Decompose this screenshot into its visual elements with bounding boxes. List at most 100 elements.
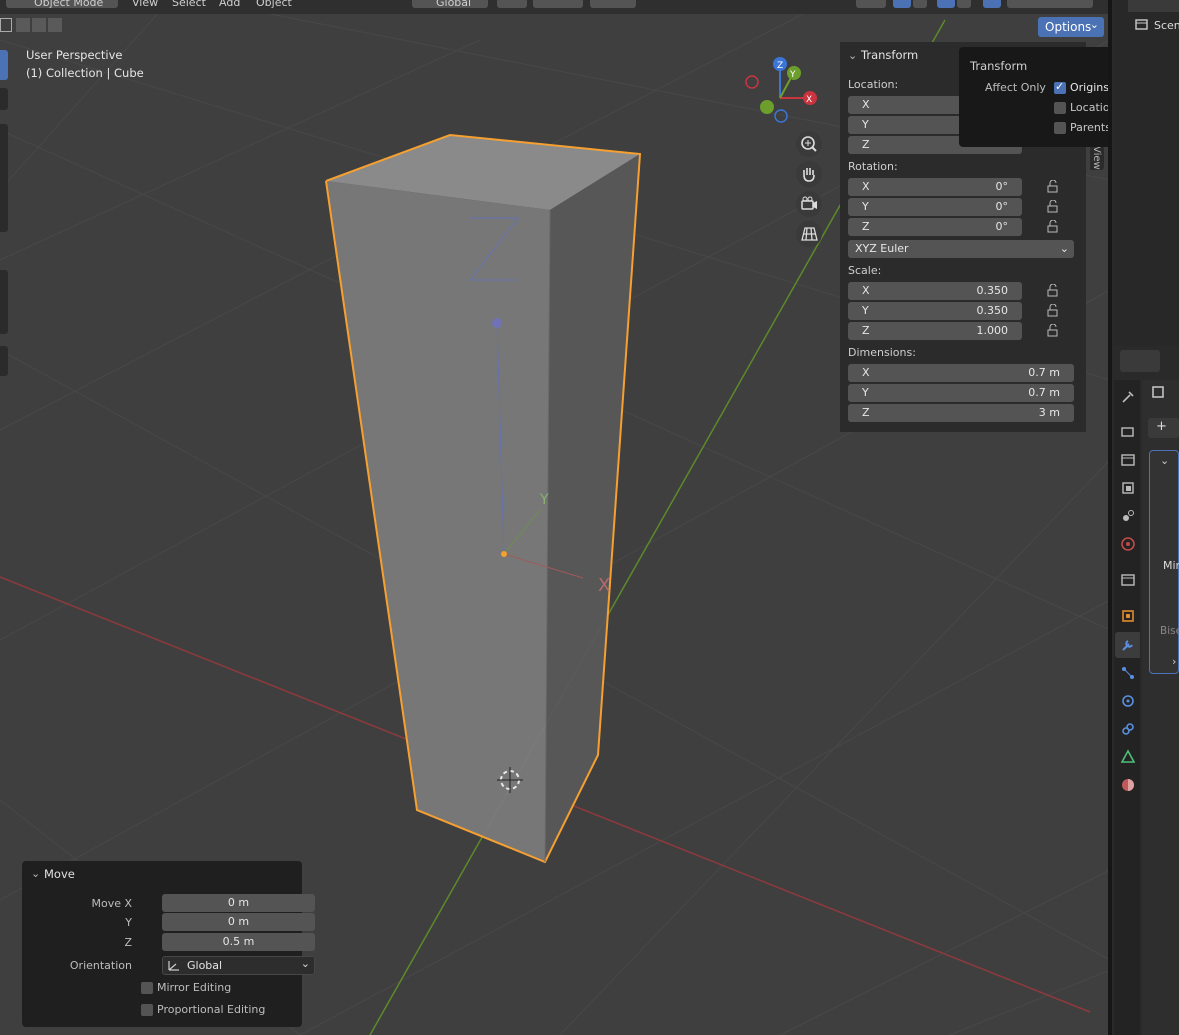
mirror-editing-label[interactable]: Mirror Editing bbox=[157, 981, 231, 994]
rotation-mode-select[interactable]: XYZ Euler ⌄ bbox=[848, 240, 1074, 258]
scale-x-field[interactable]: X 0.350 bbox=[848, 282, 1022, 300]
transform-panel-title[interactable]: Transform bbox=[861, 48, 918, 62]
toolbar-annotate-tools[interactable] bbox=[0, 270, 8, 334]
menu-object[interactable]: Object bbox=[256, 0, 292, 10]
particles-icon[interactable] bbox=[1120, 665, 1136, 681]
field-value: 0° bbox=[995, 220, 1009, 233]
lock-icon[interactable] bbox=[1046, 304, 1060, 318]
location-label: Location: bbox=[848, 78, 899, 91]
locations-checkbox[interactable] bbox=[1054, 102, 1066, 114]
gizmo-x-label: X bbox=[806, 95, 812, 105]
outliner[interactable] bbox=[1114, 0, 1179, 346]
select-subtract-icon[interactable] bbox=[32, 18, 46, 32]
chevron-down-icon: ⌄ bbox=[1059, 242, 1069, 255]
chevron-down-icon[interactable]: ⌄ bbox=[848, 49, 857, 62]
menu-add[interactable]: Add bbox=[219, 0, 240, 10]
toolbar-transform-tools[interactable] bbox=[0, 124, 8, 232]
lock-icon[interactable] bbox=[1046, 220, 1060, 234]
parents-checkbox[interactable] bbox=[1054, 122, 1066, 134]
move-y-field[interactable]: 0 m bbox=[162, 913, 315, 931]
origins-checkbox[interactable]: ✓ bbox=[1054, 80, 1066, 94]
menu-select[interactable]: Select bbox=[172, 0, 206, 10]
toolbar-add-tool[interactable] bbox=[0, 346, 8, 376]
chevron-down-icon[interactable]: ⌄ bbox=[1160, 454, 1169, 467]
select-extend-icon[interactable] bbox=[16, 18, 30, 32]
physics-icon[interactable] bbox=[1120, 693, 1136, 709]
rotation-y-field[interactable]: Y 0° bbox=[848, 198, 1022, 216]
overlay-toggle[interactable] bbox=[937, 0, 955, 8]
material-icon[interactable] bbox=[1120, 777, 1136, 793]
orientation-icon bbox=[168, 961, 179, 971]
wrench-icon[interactable] bbox=[1120, 637, 1136, 653]
gizmo-toggle[interactable] bbox=[893, 0, 911, 8]
dimension-x-field[interactable]: X 0.7 m bbox=[848, 364, 1074, 382]
constraints-icon[interactable] bbox=[1120, 721, 1136, 737]
camera-view-button[interactable] bbox=[796, 191, 822, 217]
scene-props-icon[interactable] bbox=[1120, 508, 1136, 524]
chevron-right-icon[interactable]: › bbox=[1172, 655, 1176, 668]
lock-icon[interactable] bbox=[1046, 180, 1060, 194]
dimension-y-field[interactable]: Y 0.7 m bbox=[848, 384, 1074, 402]
tool-icon[interactable] bbox=[1120, 389, 1136, 405]
navigation-gizmo[interactable]: Z X Y bbox=[745, 57, 817, 123]
toolbar-select-tool[interactable] bbox=[0, 50, 8, 80]
view-layer-icon[interactable] bbox=[1120, 480, 1136, 496]
dimension-z-field[interactable]: Z 3 m bbox=[848, 404, 1074, 422]
proportional-editing-label[interactable]: Proportional Editing bbox=[157, 1003, 265, 1016]
move-z-field[interactable]: 0.5 m bbox=[162, 933, 315, 951]
gizmo-dropdown[interactable] bbox=[913, 0, 927, 8]
xray-toggle[interactable] bbox=[983, 0, 1001, 8]
data-icon[interactable] bbox=[1120, 749, 1136, 765]
toolbar-cursor-tool[interactable] bbox=[0, 88, 8, 110]
collection-icon[interactable] bbox=[1120, 572, 1136, 588]
overlay-dropdown[interactable] bbox=[957, 0, 971, 8]
editor-type-selector[interactable] bbox=[1120, 350, 1160, 372]
orientation-label: Global bbox=[436, 0, 472, 9]
pivot-selector[interactable] bbox=[497, 0, 527, 8]
add-modifier-button[interactable]: + bbox=[1148, 418, 1179, 438]
lock-icon[interactable] bbox=[1046, 324, 1060, 338]
rotation-x-field[interactable]: X 0° bbox=[848, 178, 1022, 196]
output-icon[interactable] bbox=[1120, 452, 1136, 468]
parents-label[interactable]: Parents bbox=[1070, 121, 1111, 134]
axis-label: Z bbox=[862, 406, 870, 419]
select-mode-strip[interactable] bbox=[0, 18, 68, 38]
snap-toggle[interactable] bbox=[533, 0, 583, 8]
scene-label[interactable]: Scen bbox=[1154, 19, 1179, 32]
proportional-toggle[interactable] bbox=[590, 0, 636, 8]
rotation-z-field[interactable]: Z 0° bbox=[848, 218, 1022, 236]
proportional-editing-checkbox[interactable] bbox=[141, 1004, 153, 1016]
chevron-down-icon[interactable]: ⌄ bbox=[31, 867, 40, 880]
scale-z-field[interactable]: Z 1.000 bbox=[848, 322, 1022, 340]
ortho-toggle-button[interactable] bbox=[796, 221, 822, 247]
world-icon[interactable] bbox=[1120, 536, 1136, 552]
object-origin bbox=[501, 551, 507, 557]
orientation-select[interactable]: Global ⌄ bbox=[162, 956, 315, 975]
select-invert-icon[interactable] bbox=[48, 18, 62, 32]
axis-label: X bbox=[862, 180, 870, 193]
options-button[interactable]: Options ⌄ bbox=[1038, 17, 1104, 37]
scale-y-field[interactable]: Y 0.350 bbox=[848, 302, 1022, 320]
mirror-editing-checkbox[interactable] bbox=[141, 982, 153, 994]
origins-label[interactable]: Origins bbox=[1070, 81, 1109, 94]
lock-icon[interactable] bbox=[1046, 284, 1060, 298]
lock-icon[interactable] bbox=[1046, 200, 1060, 214]
axis-label: X bbox=[862, 98, 870, 111]
pan-view-button[interactable] bbox=[796, 161, 822, 187]
shading-modes[interactable] bbox=[1007, 0, 1093, 8]
gizmo-neg-x-icon[interactable] bbox=[745, 75, 759, 89]
field-value: 0.7 m bbox=[1028, 386, 1060, 399]
menu-view[interactable]: View bbox=[132, 0, 158, 10]
visibility-selector[interactable] bbox=[856, 0, 886, 8]
gizmo-neg-y-icon[interactable] bbox=[760, 100, 774, 114]
gizmo-z-label: Z bbox=[777, 61, 783, 71]
bisect-label: Bise bbox=[1160, 625, 1179, 637]
select-new-icon[interactable] bbox=[0, 18, 12, 32]
move-x-field[interactable]: 0 m bbox=[162, 894, 315, 912]
render-icon[interactable] bbox=[1120, 424, 1136, 440]
object-props-icon[interactable] bbox=[1120, 608, 1136, 624]
zoom-view-button[interactable] bbox=[796, 131, 822, 157]
move-panel-title[interactable]: Move bbox=[44, 867, 75, 881]
dimensions-label: Dimensions: bbox=[848, 346, 916, 359]
local-y-label: Y bbox=[539, 492, 549, 508]
